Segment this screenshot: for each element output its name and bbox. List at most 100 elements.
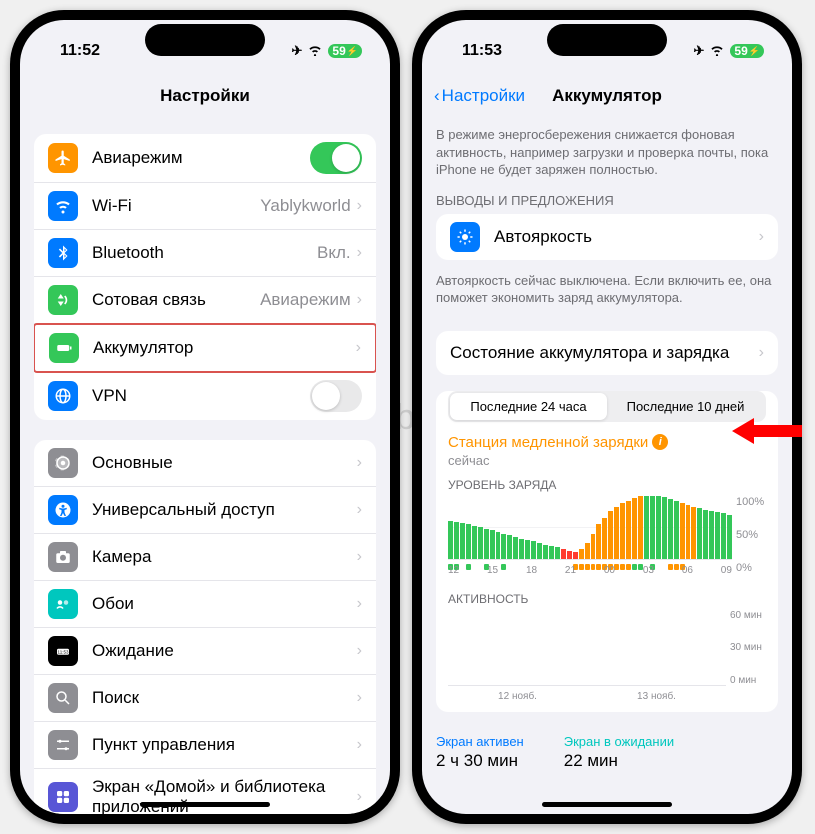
toggle[interactable]	[310, 142, 362, 174]
low-power-desc: В режиме энергосбережения снижается фоно…	[422, 118, 792, 187]
row-detail: Вкл.	[317, 243, 351, 263]
row-detail: Авиарежим	[260, 290, 351, 310]
screen-stats: Экран активен 2 ч 30 мин Экран в ожидани…	[422, 728, 792, 775]
chevron-icon: ›	[357, 197, 362, 215]
chevron-icon: ›	[357, 454, 362, 472]
settings-row-controlcenter[interactable]: Пункт управления›	[34, 722, 376, 769]
screen-standby-label: Экран в ожидании	[564, 734, 674, 749]
row-label: Аккумулятор	[93, 338, 356, 358]
row-label: Обои	[92, 594, 357, 614]
wifi-icon	[709, 44, 725, 59]
time-range-segmented[interactable]: Последние 24 часа Последние 10 дней	[448, 391, 766, 422]
row-label: Экран «Домой» и библиотека приложений	[92, 777, 357, 814]
seg-24h[interactable]: Последние 24 часа	[450, 393, 607, 420]
activity-chart: 60 мин30 мин0 мин 12 нояб.13 нояб.	[448, 610, 766, 700]
row-label: VPN	[92, 386, 310, 406]
row-label: Камера	[92, 547, 357, 567]
wifi-icon	[48, 191, 78, 221]
chevron-left-icon: ‹	[434, 86, 440, 106]
page-title: Настройки	[160, 86, 250, 106]
screen-standby-value: 22 мин	[564, 751, 674, 771]
airplane-icon: ✈︎	[694, 43, 705, 59]
phone-right: 11:53 ✈︎ 59⚡ ‹ Настройки Аккумулятор В р…	[412, 10, 802, 824]
row-label: Bluetooth	[92, 243, 317, 263]
settings-row-cellular[interactable]: Сотовая связьАвиарежим ›	[34, 277, 376, 324]
chevron-icon: ›	[759, 344, 764, 362]
auto-brightness-label: Автояркость	[494, 227, 759, 247]
chevron-icon: ›	[357, 548, 362, 566]
info-icon: i	[652, 434, 668, 450]
wallpaper-icon	[48, 589, 78, 619]
chevron-icon: ›	[357, 642, 362, 660]
row-label: Авиарежим	[92, 148, 310, 168]
screen-active-value: 2 ч 30 мин	[436, 751, 524, 771]
slow-charging-label[interactable]: Станция медленной зарядки i	[448, 434, 766, 451]
settings-row-vpn[interactable]: VPN	[34, 372, 376, 420]
settings-row-homescreen[interactable]: Экран «Домой» и библиотека приложений›	[34, 769, 376, 814]
battery-level-chart: 100%50%0% 1215182100030609	[448, 496, 766, 574]
status-time: 11:53	[462, 42, 502, 60]
suggestions-header: ВЫВОДЫ И ПРЕДЛОЖЕНИЯ	[422, 187, 792, 214]
accessibility-icon	[48, 495, 78, 525]
chevron-icon: ›	[357, 689, 362, 707]
row-label: Основные	[92, 453, 357, 473]
wifi-icon	[307, 44, 323, 59]
settings-row-search[interactable]: Поиск›	[34, 675, 376, 722]
chevron-icon: ›	[356, 339, 361, 357]
chevron-icon: ›	[357, 788, 362, 806]
toggle[interactable]	[310, 380, 362, 412]
cellular-icon	[48, 285, 78, 315]
row-detail: Yablykworld	[260, 196, 350, 216]
homescreen-icon	[48, 782, 78, 812]
search-icon	[48, 683, 78, 713]
settings-row-general[interactable]: Основные›	[34, 440, 376, 487]
vpn-icon	[48, 381, 78, 411]
row-label: Поиск	[92, 688, 357, 708]
airplane-icon: ✈︎	[292, 43, 303, 59]
brightness-icon	[450, 222, 480, 252]
row-label: Пункт управления	[92, 735, 357, 755]
chevron-icon: ›	[357, 595, 362, 613]
row-label: Универсальный доступ	[92, 500, 357, 520]
general-icon	[48, 448, 78, 478]
svg-text:11:53: 11:53	[58, 649, 69, 654]
activity-title: АКТИВНОСТЬ	[448, 592, 766, 606]
settings-row-accessibility[interactable]: Универсальный доступ›	[34, 487, 376, 534]
battery-health-row[interactable]: Состояние аккумулятора и зарядка ›	[436, 331, 778, 375]
chevron-icon: ›	[357, 291, 362, 309]
home-indicator[interactable]	[140, 802, 270, 807]
nav-bar: Настройки	[20, 74, 390, 118]
slow-charging-sublabel: сейчас	[448, 453, 766, 468]
battery-level-title: УРОВЕНЬ ЗАРЯДА	[448, 478, 766, 492]
settings-row-battery[interactable]: Аккумулятор›	[34, 323, 376, 373]
chevron-icon: ›	[759, 228, 764, 246]
airplane-icon	[48, 143, 78, 173]
battery-indicator: 59⚡	[730, 44, 764, 58]
bluetooth-icon	[48, 238, 78, 268]
row-label: Сотовая связь	[92, 290, 260, 310]
settings-row-standby[interactable]: 11:53 Ожидание›	[34, 628, 376, 675]
settings-row-camera[interactable]: Камера›	[34, 534, 376, 581]
auto-brightness-row[interactable]: Автояркость ›	[436, 214, 778, 260]
row-label: Ожидание	[92, 641, 357, 661]
row-label: Wi-Fi	[92, 196, 260, 216]
screen-active-label: Экран активен	[436, 734, 524, 749]
nav-bar: ‹ Настройки Аккумулятор	[422, 74, 792, 118]
battery-icon	[49, 333, 79, 363]
settings-row-wallpaper[interactable]: Обои›	[34, 581, 376, 628]
status-time: 11:52	[60, 42, 100, 60]
dynamic-island	[547, 24, 667, 56]
back-button[interactable]: ‹ Настройки	[434, 86, 525, 106]
chevron-icon: ›	[357, 244, 362, 262]
settings-row-wifi[interactable]: Wi-FiYablykworld ›	[34, 183, 376, 230]
auto-brightness-desc: Автояркость сейчас выключена. Если включ…	[422, 264, 792, 315]
settings-row-airplane[interactable]: Авиарежим	[34, 134, 376, 183]
standby-icon: 11:53	[48, 636, 78, 666]
battery-indicator: 59⚡	[328, 44, 362, 58]
home-indicator[interactable]	[542, 802, 672, 807]
controlcenter-icon	[48, 730, 78, 760]
camera-icon	[48, 542, 78, 572]
settings-row-bluetooth[interactable]: BluetoothВкл. ›	[34, 230, 376, 277]
battery-health-label: Состояние аккумулятора и зарядка	[450, 343, 759, 363]
phone-left: 11:52 ✈︎ 59⚡ Настройки Авиарежим Wi-FiYab…	[10, 10, 400, 824]
